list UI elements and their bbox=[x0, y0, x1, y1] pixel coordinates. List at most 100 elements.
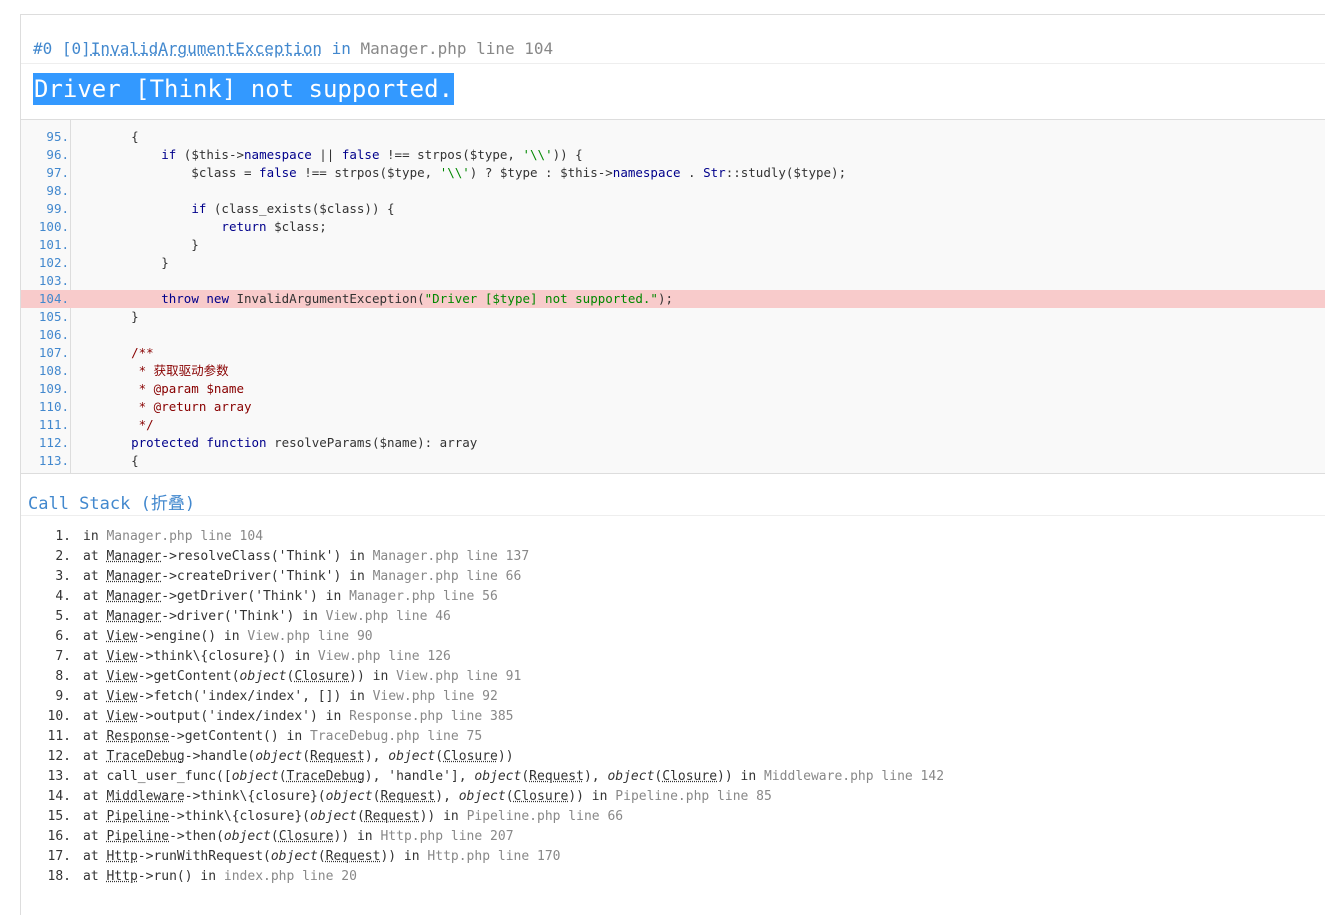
call-text: ), bbox=[364, 749, 389, 764]
source-line: 97. $class = false !== strpos($type, '\\… bbox=[21, 164, 1325, 182]
arg-type: object bbox=[458, 789, 506, 804]
code-token: namespace bbox=[244, 147, 312, 162]
call-text: ( bbox=[317, 849, 326, 864]
exception-prefix: #0 [0] bbox=[33, 39, 91, 58]
class-abbr[interactable]: Closure bbox=[662, 769, 717, 784]
file-location: View.php line 90 bbox=[247, 629, 373, 644]
class-abbr[interactable]: View bbox=[106, 649, 137, 664]
code-token: { bbox=[101, 453, 139, 468]
code-token: ); bbox=[657, 291, 673, 306]
arg-type: object bbox=[270, 849, 318, 864]
arg-type: object bbox=[474, 769, 522, 784]
source-line: 109. * @param $name bbox=[21, 380, 1325, 398]
code-token: } bbox=[101, 237, 199, 252]
call-text: ), bbox=[583, 769, 608, 784]
class-abbr[interactable]: TraceDebug bbox=[106, 749, 184, 764]
arg-type: object bbox=[388, 749, 436, 764]
source-line: 101. } bbox=[21, 236, 1325, 254]
arg-type: object bbox=[255, 749, 303, 764]
call-text: ( bbox=[278, 769, 287, 784]
arg-type: object bbox=[239, 669, 287, 684]
class-abbr[interactable]: Http bbox=[106, 869, 137, 884]
call-text: at call_user_func([ bbox=[83, 769, 232, 784]
class-abbr[interactable]: Middleware bbox=[106, 789, 184, 804]
file-location: View.php line 126 bbox=[317, 649, 451, 664]
code-token: !== strpos($type, bbox=[296, 165, 440, 180]
call-text: ->think\{closure}( bbox=[169, 809, 310, 824]
class-abbr[interactable]: Closure bbox=[279, 829, 334, 844]
class-abbr[interactable]: Request bbox=[365, 809, 420, 824]
class-abbr[interactable]: View bbox=[106, 629, 137, 644]
call-stack-toggle[interactable]: Call Stack (折叠) bbox=[28, 489, 195, 514]
class-abbr[interactable]: Http bbox=[106, 849, 137, 864]
code-token: ) ? $type : $this-> bbox=[469, 165, 613, 180]
call-text: ->resolveClass('Think') in bbox=[161, 549, 373, 564]
class-abbr[interactable]: View bbox=[106, 669, 137, 684]
call-text: )) in bbox=[333, 829, 381, 844]
code-token: namespace bbox=[612, 165, 681, 180]
class-abbr[interactable]: Pipeline bbox=[106, 809, 169, 824]
class-abbr[interactable]: TraceDebug bbox=[287, 769, 365, 784]
line-number: 110. bbox=[38, 399, 69, 414]
call-text: at bbox=[83, 589, 107, 604]
class-abbr[interactable]: Manager bbox=[106, 589, 161, 604]
code-token: false bbox=[259, 165, 297, 180]
exception-in-word: in bbox=[321, 39, 361, 58]
code-token: InvalidArgumentException( bbox=[228, 291, 425, 306]
call-text: at bbox=[83, 629, 107, 644]
class-abbr[interactable]: Manager bbox=[106, 569, 161, 584]
call-stack-item: 15. at Pipeline->think\{closure}(object(R… bbox=[21, 807, 624, 827]
arg-type: object bbox=[325, 789, 373, 804]
call-stack-item: 6. at View->engine() in View.php line 90 bbox=[21, 627, 373, 647]
call-text: at bbox=[83, 609, 107, 624]
class-abbr[interactable]: Request bbox=[326, 849, 381, 864]
line-number: 101. bbox=[38, 237, 69, 252]
class-abbr[interactable]: View bbox=[106, 689, 137, 704]
class-abbr[interactable]: Request bbox=[529, 769, 584, 784]
call-text: ( bbox=[435, 749, 444, 764]
class-abbr[interactable]: Closure bbox=[294, 669, 349, 684]
call-text: in bbox=[83, 529, 107, 544]
source-code-panel: 95. {96. if ($this->namespace || false !… bbox=[21, 119, 1325, 474]
code-text: } bbox=[101, 254, 169, 272]
call-stack-item: 3. at Manager->createDriver('Think') in M… bbox=[21, 567, 521, 587]
class-abbr[interactable]: Closure bbox=[514, 789, 569, 804]
exception-message[interactable]: Driver [Think] not supported. bbox=[33, 73, 455, 105]
call-text: )) in bbox=[568, 789, 616, 804]
file-location: Manager.php line 56 bbox=[349, 589, 498, 604]
call-text: at bbox=[83, 729, 107, 744]
class-abbr[interactable]: Manager bbox=[106, 609, 161, 624]
code-text: $class = false !== strpos($type, '\\') ?… bbox=[101, 164, 846, 182]
line-number: 103. bbox=[38, 273, 69, 288]
call-text: at bbox=[83, 549, 107, 564]
code-token: * 获取驱动参数 bbox=[101, 363, 229, 378]
code-token: * @return array bbox=[101, 399, 252, 414]
source-line: 106. bbox=[21, 326, 1325, 344]
file-location: Middleware.php line 142 bbox=[764, 769, 945, 784]
call-text: )) bbox=[497, 749, 514, 764]
code-text: if (class_exists($class)) { bbox=[101, 200, 395, 218]
call-text: ->getDriver('Think') in bbox=[161, 589, 350, 604]
code-token: (class_exists($class)) { bbox=[206, 201, 395, 216]
class-abbr[interactable]: Manager bbox=[106, 549, 161, 564]
call-stack-index: 18. bbox=[47, 869, 71, 884]
code-token: if bbox=[161, 147, 177, 162]
code-token: * @param $name bbox=[101, 381, 244, 396]
call-stack-item: 8. at View->getContent(object(Closure)) i… bbox=[21, 667, 521, 687]
exception-class-link[interactable]: InvalidArgumentException bbox=[91, 39, 322, 58]
class-abbr[interactable]: Closure bbox=[443, 749, 498, 764]
exception-info: #0 [0]InvalidArgumentException in Manage… bbox=[33, 39, 553, 58]
call-stack-index: 16. bbox=[47, 829, 71, 844]
class-abbr[interactable]: Response bbox=[106, 729, 169, 744]
class-abbr[interactable]: Request bbox=[380, 789, 435, 804]
line-number: 102. bbox=[38, 255, 69, 270]
code-token: function bbox=[206, 435, 267, 450]
class-abbr[interactable]: Pipeline bbox=[106, 829, 169, 844]
code-token: protected bbox=[131, 435, 199, 450]
call-stack-index: 6. bbox=[55, 629, 71, 644]
class-abbr[interactable]: Request bbox=[310, 749, 365, 764]
class-abbr[interactable]: View bbox=[106, 709, 137, 724]
source-line: 100. return $class; bbox=[21, 218, 1325, 236]
code-text: { bbox=[101, 128, 139, 146]
